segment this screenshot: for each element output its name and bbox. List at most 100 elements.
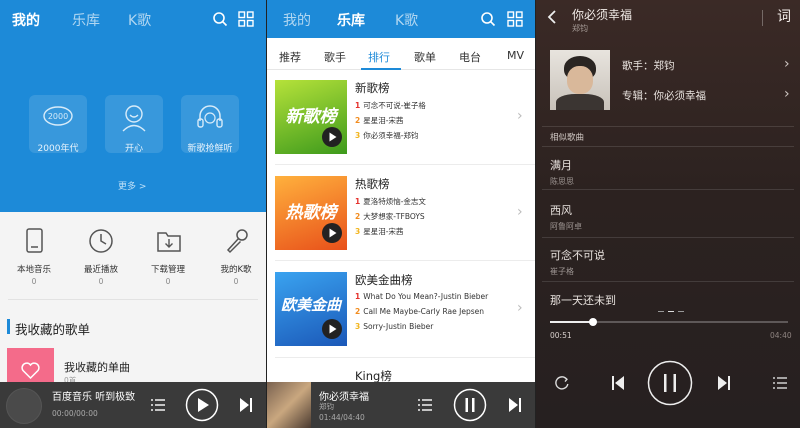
rank-line: 1 What Do You Mean?-Justin Bieber [355,292,489,301]
page-dot [678,311,684,312]
top-bar: 我的 乐库 K歌 [267,0,535,38]
pause-icon[interactable] [647,360,693,406]
svg-text:2000: 2000 [48,112,68,121]
chevron-right-icon: › [784,56,790,72]
microphone-icon[interactable] [224,228,250,254]
next-track-icon[interactable] [507,396,523,414]
artist-photo[interactable] [550,50,610,110]
subtab-mv[interactable]: MV [507,49,524,62]
rank-line: 1 可念不可说-崔子格 [355,101,426,110]
mini-player: 百度音乐 听到极致 00:00/00:00 [0,382,266,428]
search-icon[interactable] [212,11,228,27]
album-row[interactable]: 专辑：你必须幸福 [622,88,706,103]
my-music-panel: 我的 乐库 K歌 2000 2000年代 开心 新歌抢鲜听 更多 > 本地音乐 … [0,0,266,428]
play-circle-icon[interactable] [321,222,343,244]
my-karaoke-count: 0 [233,277,239,286]
rank-line: 2 Call Me Maybe-Carly Rae Jepsen [355,307,484,316]
progress-fill [550,321,593,323]
grid-menu-icon[interactable] [238,11,254,27]
progress-track[interactable] [550,318,788,326]
local-music-label: 本地音乐 [16,265,51,275]
section-accent [7,319,10,334]
rank-cover: 热歌榜 [275,176,347,250]
fav-title[interactable]: 我收藏的单曲 [64,359,130,375]
now-playing-panel: 你必须幸福 郑钧 词 歌手：郑钧 › 专辑：你必须幸福 › 相似歌曲 满月 陈思思… [536,0,800,428]
hero-label-2000s: 2000年代 [37,144,79,154]
subtab-ranking[interactable]: 排行 [368,49,390,65]
similar-song[interactable]: 可念不可说 崔子格 [550,247,790,277]
lyrics-button[interactable]: 词 [777,6,791,26]
play-icon[interactable] [185,388,219,422]
top-bar: 我的 乐库 K歌 [0,0,266,38]
mini-player-artist: 郑钧 [319,402,334,411]
rank-cover: 欧美金曲 [275,272,347,346]
rank-badge: 新歌榜 [285,107,337,127]
retro-2000-icon: 2000 [43,106,73,126]
song-artist: 郑钧 [572,24,588,33]
similar-song[interactable]: 满月 陈思思 [550,157,790,187]
pause-icon[interactable] [453,388,487,422]
rank-item[interactable]: 热歌榜 热歌榜 1 夏洛特烦恼-金志文 2 大梦想家-TFBOYS 3 星星泪-宋茜 … [273,176,529,266]
song-title: 你必须幸福 [572,8,633,22]
similar-song[interactable]: 西风 阿鲁阿卓 [550,202,790,232]
mini-player-time: 00:00/00:00 [52,409,98,418]
divider [542,146,794,147]
rank-badge: 热歌榜 [285,203,337,223]
section-title: 我收藏的歌单 [15,322,91,337]
playlist-icon[interactable] [417,397,433,413]
artist-row[interactable]: 歌手：郑钧 [622,58,675,73]
rank-cover: 新歌榜 [275,80,347,154]
download-label: 下载管理 [150,265,185,275]
chevron-right-icon: › [517,204,523,220]
local-music-count: 0 [31,277,37,286]
rank-line: 3 星星泪-宋茜 [355,227,404,236]
elapsed-time: 00:51 [550,331,572,340]
subtab-radio[interactable]: 电台 [459,49,481,65]
chevron-right-icon: › [784,86,790,102]
subtab-recommend[interactable]: 推荐 [279,49,301,65]
rank-line: 1 夏洛特烦恼-金志文 [355,197,426,206]
clock-icon[interactable] [88,228,114,254]
disc-cover[interactable] [6,388,42,424]
fav-cover[interactable] [7,348,54,384]
tab-library[interactable]: 乐库 [337,10,365,30]
similar-song[interactable]: 那一天还未到 [550,292,790,308]
play-circle-icon[interactable] [321,126,343,148]
download-count: 0 [165,277,171,286]
back-chevron-icon[interactable] [546,9,558,25]
play-circle-icon[interactable] [321,318,343,340]
local-music-icon[interactable] [25,228,45,254]
photo-face [567,66,593,94]
subtab-playlist[interactable]: 歌单 [414,49,436,65]
tab-mine[interactable]: 我的 [12,10,40,30]
rank-item[interactable]: 新歌榜 新歌榜 1 可念不可说-崔子格 2 星星泪-宋茜 3 你必须幸福-郑钧 › [273,80,529,170]
divider [8,299,258,300]
rank-line: 2 大梦想家-TFBOYS [355,212,425,221]
subtab-singer[interactable]: 歌手 [324,49,346,65]
search-icon[interactable] [480,11,496,27]
subtab-indicator [361,68,401,70]
grid-menu-icon[interactable] [507,11,523,27]
rank-name: 热歌榜 [355,177,390,191]
repeat-icon[interactable] [554,375,570,391]
playlist-icon[interactable] [150,397,166,413]
similar-title: 相似歌曲 [550,133,585,143]
more-link[interactable]: 更多 > [118,179,146,192]
tab-mine[interactable]: 我的 [283,10,311,30]
my-karaoke-label: 我的K歌 [220,265,252,275]
rank-item[interactable]: 欧美金曲 欧美金曲榜 1 What Do You Mean?-Justin Bie… [273,272,529,362]
recent-play-count: 0 [98,277,104,286]
next-track-icon[interactable] [716,374,732,392]
tab-karaoke[interactable]: K歌 [395,10,418,30]
chevron-right-icon: › [517,300,523,316]
next-track-icon[interactable] [238,396,254,414]
download-folder-icon[interactable] [156,228,182,254]
album-thumb[interactable] [267,382,311,428]
progress-knob[interactable] [588,318,597,326]
tab-library[interactable]: 乐库 [72,10,100,30]
recent-play-label: 最近播放 [83,265,118,275]
mini-player: 你必须幸福 郑钧 01:44/04:40 [267,382,535,428]
tab-karaoke[interactable]: K歌 [128,10,151,30]
previous-track-icon[interactable] [610,374,626,392]
playlist-icon[interactable] [772,375,788,391]
